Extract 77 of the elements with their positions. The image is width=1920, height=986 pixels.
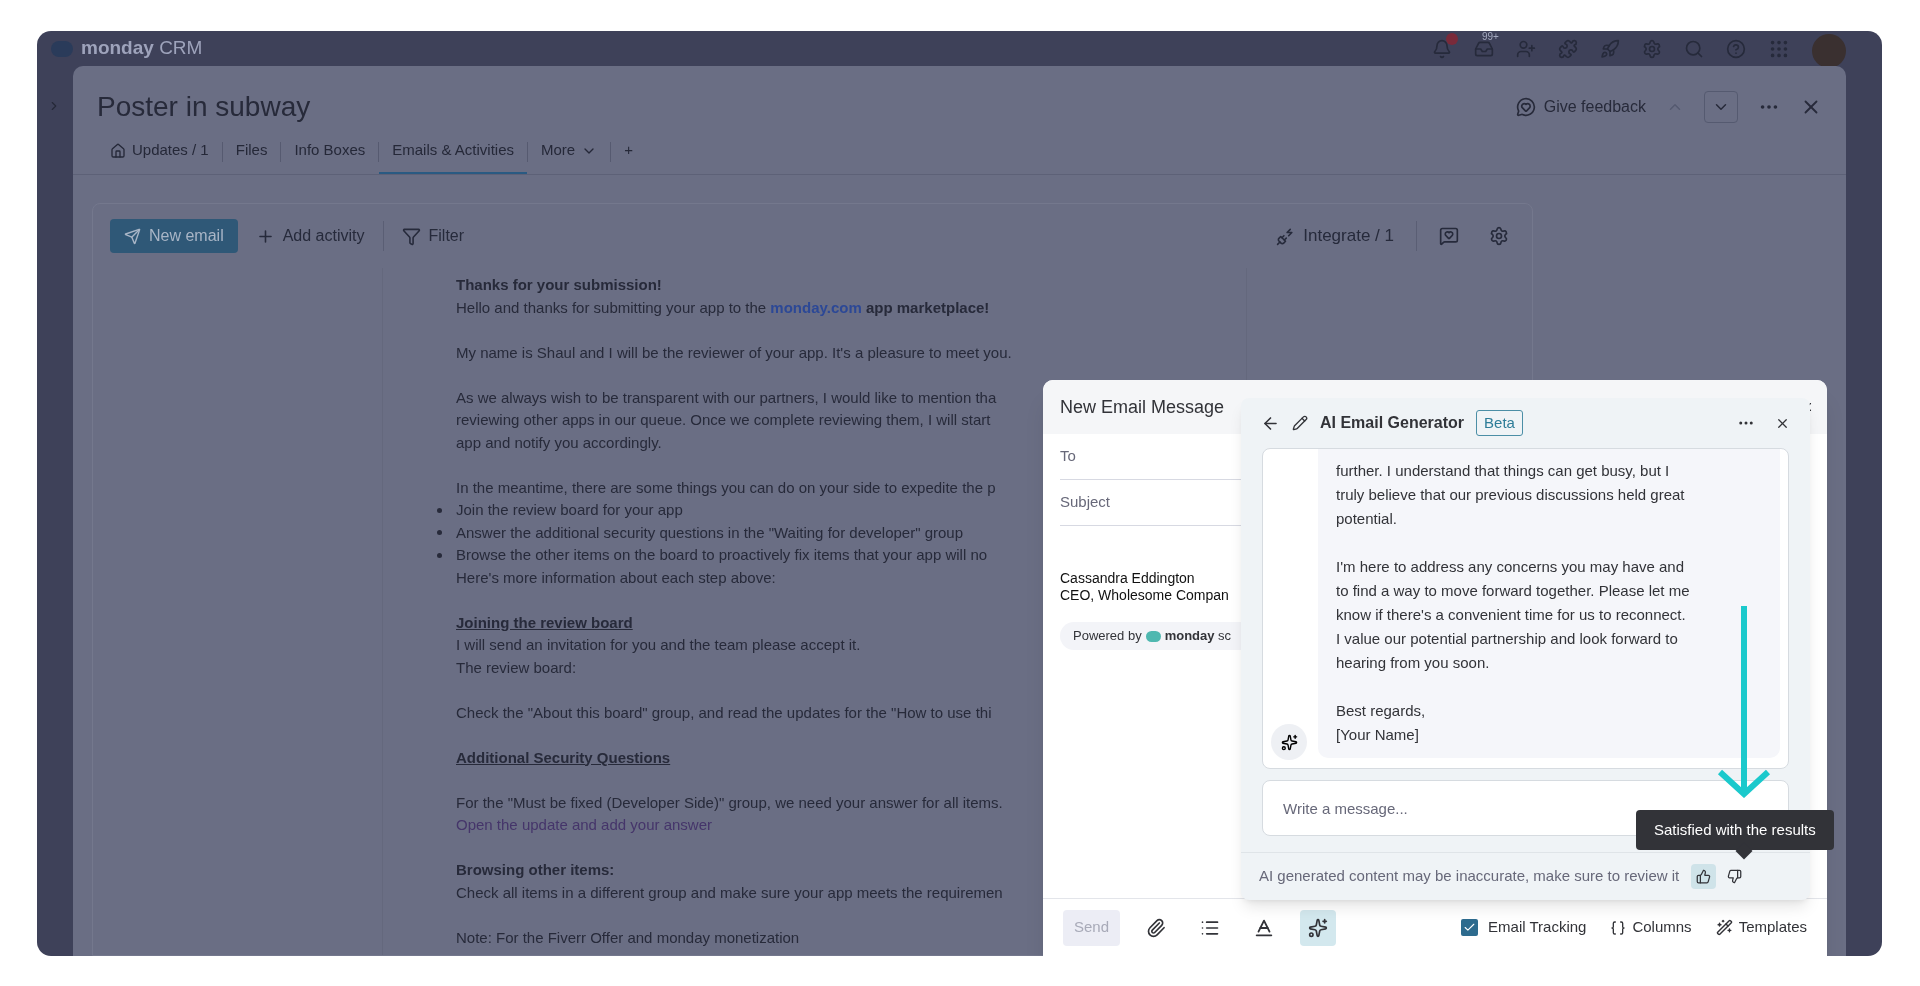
- email-text: Note: For the Fiverr Offer and monday monetization: [456, 927, 800, 948]
- checkbox-label: Email Tracking: [1488, 917, 1587, 938]
- email-text: In the meantime, there are some things you can do on your side to expedite the p: [456, 477, 996, 498]
- feedback-icon: [1515, 97, 1536, 117]
- inbox-count: 99+: [1482, 31, 1499, 43]
- notification-icon[interactable]: [1432, 38, 1452, 59]
- email-text: I will send an invitation for you and the team please accept it.: [456, 635, 861, 655]
- bullet-icon: [437, 530, 442, 536]
- send-icon: [124, 227, 141, 245]
- filter-icon: [401, 226, 421, 246]
- email-text: Join the review board for your app: [456, 500, 683, 520]
- avatar[interactable]: [1812, 33, 1846, 68]
- integrate-button[interactable]: Integrate / 1: [1276, 223, 1394, 249]
- templates-button[interactable]: Templates: [1715, 916, 1807, 939]
- email-text: For the "Must be fixed (Developer Side)" group, we need your answer for all items.: [456, 792, 1003, 813]
- email-text: My name is Shaul and I will be the reviewer of your app. It's a pleasure to meet you.: [456, 342, 1012, 363]
- thumbs-up-button[interactable]: [1691, 864, 1717, 889]
- email-text: Answer the additional security questions in the "Waiting for developer" group: [456, 522, 964, 543]
- tooltip: Satisfied with the results: [1636, 810, 1834, 850]
- chat-icon[interactable]: [1439, 226, 1459, 246]
- input-field[interactable]: Subject: [1060, 482, 1235, 523]
- new-email-button[interactable]: New email: [110, 219, 238, 253]
- email-text: Check the "About this board" group, and read the updates for the "How to use thi: [456, 702, 992, 723]
- link[interactable]: Open the update and add your answer: [456, 814, 713, 837]
- email-text: reviewing other apps in our queue. Once we complete reviewing them, I will start: [456, 410, 991, 430]
- logo-icon: [1145, 630, 1161, 642]
- braces-icon: [1610, 919, 1627, 936]
- message-paragraph: I'm here to address any concerns you may have and to find a way to move forward together. Please let me know if there's a convenient time for us to reconnect. I value our potential partnership and look forward to hearing from you soon.: [1336, 557, 1690, 673]
- email-text: Hello and thanks for submitting your app to the monday.com app marketplace!: [456, 297, 990, 318]
- give-feedback-button[interactable]: Give feedback: [1515, 95, 1646, 119]
- email-text: The review board:: [456, 657, 577, 678]
- email-text: Check all items in a different group and make sure your app meets the requiremen: [456, 882, 1003, 903]
- home-icon: [110, 142, 126, 159]
- settings-icon[interactable]: [1489, 226, 1509, 246]
- bullet-icon: [437, 507, 442, 513]
- composer-title: New Email Message: [1060, 395, 1225, 419]
- tab[interactable]: Info Boxes: [281, 129, 379, 174]
- sparkle-button[interactable]: [1271, 724, 1307, 760]
- sparkle-icon: [1280, 733, 1298, 751]
- email-text: Here's more information about each step above:: [456, 567, 776, 588]
- check-icon: [1463, 921, 1477, 934]
- add-activity-button[interactable]: Add activity: [255, 224, 365, 248]
- tab[interactable]: Emails & Activities: [379, 129, 527, 174]
- signature-line: CEO, Wholesome Compan: [1060, 587, 1229, 604]
- thumbs-down-icon: [1727, 869, 1743, 884]
- thumbs-up-icon: [1696, 869, 1712, 884]
- toolbar-button[interactable]: [1300, 909, 1337, 946]
- tab[interactable]: Updates / 1: [97, 129, 222, 174]
- sparkle-icon: [1308, 917, 1329, 938]
- message-paragraph: Best regards, [Your Name]: [1336, 701, 1426, 745]
- signature-line: Cassandra Eddington: [1060, 570, 1195, 587]
- tab[interactable]: Files: [222, 129, 281, 174]
- link[interactable]: monday.com: [770, 298, 862, 316]
- plug-icon: [1276, 226, 1296, 246]
- beta-badge: Beta: [1476, 410, 1523, 436]
- item-title: Poster in subway: [97, 90, 311, 124]
- checkbox[interactable]: [1461, 919, 1479, 936]
- section-heading: Joining the review board: [456, 612, 633, 633]
- columns-button[interactable]: Columns: [1610, 916, 1692, 939]
- panel-title: AI Email Generator: [1320, 413, 1465, 433]
- section-heading: Additional Security Questions: [456, 747, 671, 768]
- email-text: Browsing other items:: [456, 860, 615, 880]
- disclaimer-text: AI generated content may be inaccurate, make sure to review it: [1259, 866, 1680, 887]
- email-text: As we always wish to be transparent with our partners, I would like to mention tha: [456, 387, 997, 408]
- bullet-icon: [437, 552, 442, 558]
- email-text: app and notify you accordingly.: [456, 432, 662, 453]
- pencil-icon: [1292, 415, 1308, 431]
- brand-name: monday CRM: [81, 36, 203, 61]
- tab[interactable]: +: [611, 129, 646, 174]
- input-field[interactable]: To: [1060, 436, 1235, 477]
- tab[interactable]: More: [528, 129, 611, 174]
- paperclip-icon: [1146, 917, 1167, 938]
- magic-wand-icon: [1715, 919, 1733, 936]
- filter-button[interactable]: Filter: [401, 224, 465, 248]
- email-text: Thanks for your submission!: [456, 275, 662, 295]
- email-text: Browse the other items on the board to proactively fix items that your app will no: [456, 545, 988, 565]
- message-paragraph: further. I understand that things can get busy, but I truly believe that our previous discussions held great potential.: [1336, 461, 1685, 529]
